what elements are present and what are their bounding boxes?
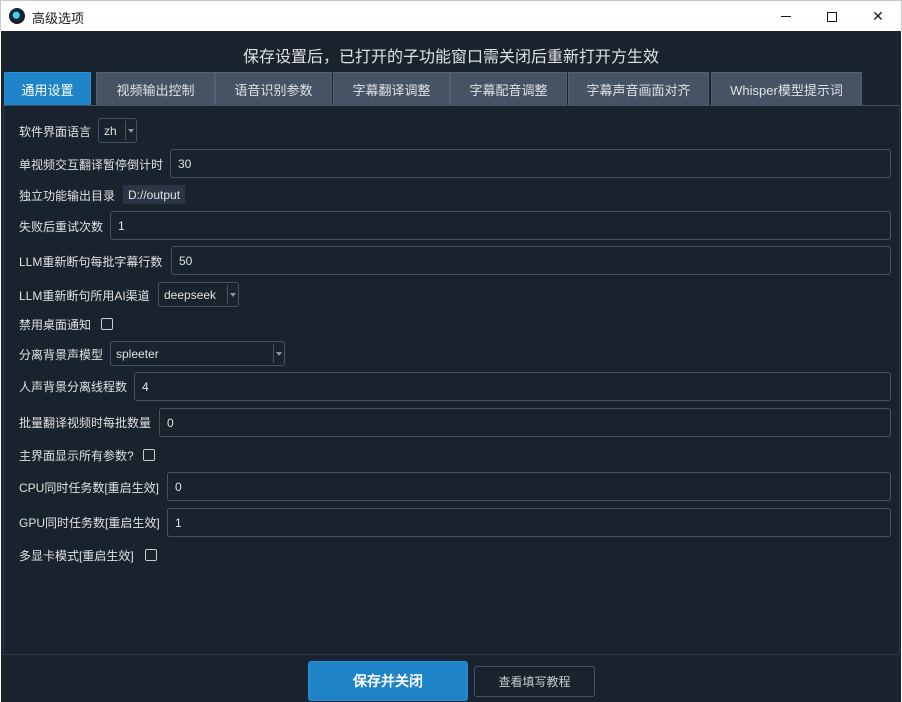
- minimize-button[interactable]: [763, 1, 809, 32]
- setting-row-ui-language: 软件界面语言: [19, 117, 91, 145]
- countdown-label: 单视频交互翻译暂停倒计时: [19, 157, 164, 172]
- sep-model-value: spleeter: [116, 346, 159, 361]
- setting-row-sep-threads: 人声背景分离线程数: [19, 372, 127, 400]
- app-icon: [9, 8, 25, 24]
- chevron-down-icon: [273, 344, 284, 363]
- sep-threads-input[interactable]: 4: [134, 372, 891, 401]
- output-dir-value[interactable]: D://output: [123, 185, 186, 204]
- setting-row-output-dir: 独立功能输出目录: [19, 181, 115, 209]
- minimize-icon: [781, 15, 791, 18]
- window-title: 高级选项: [32, 11, 85, 26]
- multi-gpu-checkbox[interactable]: [145, 549, 157, 561]
- tab-subtitle-translation[interactable]: 字幕翻译调整: [333, 72, 450, 105]
- llm-channel-select[interactable]: deepseek: [158, 282, 239, 307]
- gpu-tasks-label: GPU同时任务数[重启生效]: [19, 515, 160, 530]
- tab-video-output[interactable]: 视频输出控制: [96, 72, 215, 105]
- setting-row-llm-batch: LLM重新断句每批字幕行数: [19, 247, 162, 275]
- maximize-icon: [827, 11, 837, 22]
- chevron-down-icon: [227, 285, 238, 304]
- setting-row-show-all: 主界面显示所有参数?: [19, 441, 134, 469]
- window-titlebar: 高级选项 ✕: [0, 0, 902, 31]
- setting-row-batch-count: 批量翻译视频时每批数量: [19, 408, 151, 436]
- setting-row-disable-notify: 禁用桌面通知: [19, 310, 91, 338]
- close-button[interactable]: ✕: [855, 1, 901, 32]
- countdown-input[interactable]: 30: [170, 149, 891, 178]
- disable-notify-label: 禁用桌面通知: [19, 317, 92, 332]
- retry-input[interactable]: 1: [110, 211, 891, 240]
- tab-general[interactable]: 通用设置: [4, 72, 91, 105]
- llm-channel-value: deepseek: [164, 287, 217, 302]
- ui-language-select[interactable]: zh: [98, 118, 137, 143]
- tab-pane-general: 软件界面语言 zh 单视频交互翻译暂停倒计时 30 独立功能输出目录 D://o…: [3, 105, 900, 655]
- tab-whisper-prompt[interactable]: Whisper模型提示词: [711, 72, 862, 105]
- setting-row-sep-model: 分离背景声模型: [19, 340, 103, 368]
- close-icon: ✕: [872, 8, 884, 24]
- llm-channel-label: LLM重新断句所用AI渠道: [19, 288, 150, 303]
- sep-model-select[interactable]: spleeter: [110, 341, 285, 366]
- gpu-tasks-input[interactable]: 1: [167, 508, 891, 537]
- restart-notice: 保存设置后，已打开的子功能窗口需关闭后重新打开方生效: [242, 49, 659, 66]
- setting-row-retry: 失败后重试次数: [19, 212, 103, 240]
- dialog-body: 保存设置后，已打开的子功能窗口需关闭后重新打开方生效 通用设置 视频输出控制 语…: [1, 31, 901, 702]
- tab-subtitle-dubbing[interactable]: 字幕配音调整: [450, 72, 567, 105]
- show-all-label: 主界面显示所有参数?: [19, 448, 134, 463]
- sep-model-label: 分离背景声模型: [19, 347, 104, 362]
- tab-subtitle-alignment[interactable]: 字幕声音画面对齐: [568, 72, 709, 105]
- maximize-button[interactable]: [809, 1, 855, 32]
- output-dir-label: 独立功能输出目录: [19, 188, 116, 203]
- batch-count-input[interactable]: 0: [159, 408, 891, 437]
- cpu-tasks-label: CPU同时任务数[重启生效]: [19, 480, 160, 495]
- llm-batch-input[interactable]: 50: [171, 246, 891, 275]
- batch-count-label: 批量翻译视频时每批数量: [19, 415, 152, 430]
- setting-row-llm-channel: LLM重新断句所用AI渠道: [19, 281, 150, 309]
- retry-label: 失败后重试次数: [19, 219, 104, 234]
- chevron-down-icon: [125, 121, 136, 140]
- sep-threads-label: 人声背景分离线程数: [19, 379, 128, 394]
- llm-batch-label: LLM重新断句每批字幕行数: [19, 254, 163, 269]
- multi-gpu-label: 多显卡模式[重启生效]: [19, 548, 134, 563]
- show-all-checkbox[interactable]: [143, 449, 155, 461]
- ui-language-value: zh: [104, 123, 117, 138]
- setting-row-multi-gpu: 多显卡模式[重启生效]: [19, 541, 134, 569]
- tab-speech-recognition[interactable]: 语音识别参数: [215, 72, 332, 105]
- save-and-close-button[interactable]: 保存并关闭: [308, 661, 468, 701]
- setting-row-countdown: 单视频交互翻译暂停倒计时: [19, 150, 163, 178]
- view-tutorial-button[interactable]: 查看填写教程: [474, 666, 595, 697]
- setting-row-gpu-tasks: GPU同时任务数[重启生效]: [19, 508, 160, 536]
- cpu-tasks-input[interactable]: 0: [167, 472, 891, 501]
- ui-language-label: 软件界面语言: [19, 124, 92, 139]
- disable-notify-checkbox[interactable]: [101, 318, 113, 330]
- setting-row-cpu-tasks: CPU同时任务数[重启生效]: [19, 473, 159, 501]
